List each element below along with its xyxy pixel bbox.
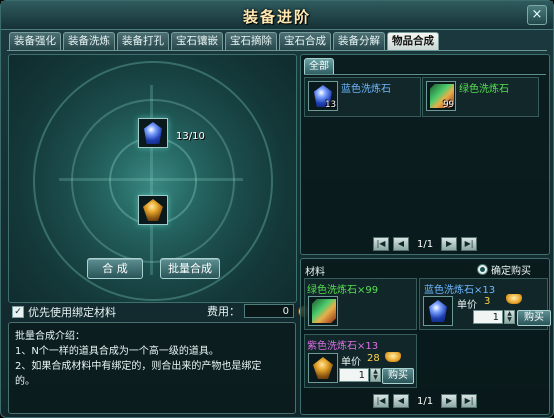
- recipe-list-panel: 全部 13 蓝色洗炼石 99 绿色洗炼石 |◀ ◀ 1/1 ▶ ▶|: [300, 54, 550, 255]
- tab-gem-inlay[interactable]: 宝石镶嵌: [171, 32, 223, 50]
- stepper-down-icon[interactable]: ▼: [371, 375, 380, 381]
- material-slot[interactable]: [308, 353, 338, 383]
- confirm-buy-radio[interactable]: [477, 264, 488, 275]
- tab-divider: [7, 50, 547, 51]
- material-green-stone: 绿色洗炼石×99: [304, 278, 417, 330]
- buy-button[interactable]: 购买: [517, 310, 551, 326]
- last-page-button[interactable]: ▶|: [461, 237, 478, 251]
- blue-refine-stone-icon: [429, 300, 447, 322]
- help-box: 批量合成介绍： 1、N个一样的道具合成为一个高一级的道具。 2、如果合成材料中有…: [8, 322, 296, 414]
- title-bar[interactable]: 装备进阶 ×: [1, 1, 553, 30]
- gold-ingot-icon: [506, 294, 522, 304]
- tab-bar: 装备强化 装备洗炼 装备打孔 宝石镶嵌 宝石摘除 宝石合成 装备分解 物品合成: [9, 32, 439, 50]
- unit-price-label: 单价: [457, 300, 477, 311]
- tab-equip-decompose[interactable]: 装备分解: [333, 32, 385, 50]
- category-tab-all[interactable]: 全部: [304, 58, 334, 75]
- use-bound-option: ✓ 优先使用绑定材料: [12, 305, 116, 319]
- close-button[interactable]: ×: [527, 5, 547, 25]
- blue-refine-stone-icon: [144, 122, 162, 144]
- purple-refine-stone-icon: [143, 199, 163, 221]
- material-name: 紫色洗炼石×13: [307, 341, 379, 352]
- output-product-slot[interactable]: [138, 195, 168, 225]
- recipe-item-green-stone[interactable]: 99 绿色洗炼石: [422, 77, 539, 117]
- merge-button[interactable]: 合 成: [87, 258, 143, 279]
- recipe-item-blue-stone[interactable]: 13 蓝色洗炼石: [304, 77, 421, 117]
- material-purple-stone: 紫色洗炼石×13 单价 28 1 ▲ ▼ 购买: [304, 334, 417, 388]
- confirm-buy-option[interactable]: 确定购买: [477, 262, 531, 277]
- page-indicator: 1/1: [417, 395, 434, 407]
- input-count: 13/10: [176, 131, 205, 142]
- last-page-button[interactable]: ▶|: [461, 394, 478, 408]
- material-name: 蓝色洗炼石×13: [424, 285, 496, 296]
- help-title: 批量合成介绍：: [15, 331, 85, 342]
- prev-page-button[interactable]: ◀: [393, 394, 409, 408]
- window-title: 装备进阶: [242, 8, 311, 26]
- unit-price-value: 28: [367, 353, 380, 364]
- quantity-input[interactable]: 1: [339, 368, 369, 382]
- decor-bar-vertical: [150, 85, 153, 275]
- recipe-item-name: 蓝色洗炼石: [341, 84, 391, 95]
- close-icon: ×: [531, 7, 543, 22]
- materials-pager: |◀ ◀ 1/1 ▶ ▶|: [373, 394, 478, 408]
- tab-gem-compose[interactable]: 宝石合成: [279, 32, 331, 50]
- input-material-slot[interactable]: [138, 118, 168, 148]
- quantity-stepper[interactable]: ▲ ▼: [504, 310, 515, 324]
- recipe-item-slot: 99: [426, 81, 456, 111]
- unit-price-value: 3: [484, 296, 491, 307]
- gold-ingot-icon: [385, 352, 401, 362]
- fee-row: 费用： 0: [207, 303, 311, 319]
- item-count: 99: [443, 100, 454, 110]
- tab-punch[interactable]: 装备打孔: [117, 32, 169, 50]
- unit-price-label: 单价: [341, 357, 361, 368]
- next-page-button[interactable]: ▶: [441, 237, 458, 251]
- tab-item-compose[interactable]: 物品合成: [387, 32, 439, 50]
- fee-value: 0: [244, 304, 294, 318]
- equipment-advance-window: 装备进阶 × 装备强化 装备洗炼 装备打孔 宝石镶嵌 宝石摘除 宝石合成 装备分…: [0, 0, 554, 418]
- help-line-2: 2、如果合成材料中有绑定的，则合出来的产物也是绑定: [15, 361, 262, 372]
- first-page-button[interactable]: |◀: [373, 394, 389, 408]
- buy-button[interactable]: 购买: [382, 368, 414, 384]
- quantity-stepper[interactable]: ▲ ▼: [370, 368, 381, 382]
- first-page-button[interactable]: |◀: [373, 237, 389, 251]
- category-divider: [304, 74, 546, 75]
- tab-refine[interactable]: 装备洗炼: [63, 32, 115, 50]
- recipe-item-name: 绿色洗炼石: [459, 84, 509, 95]
- material-slot[interactable]: [423, 296, 453, 326]
- use-bound-checkbox[interactable]: ✓: [12, 306, 24, 318]
- page-indicator: 1/1: [417, 238, 434, 250]
- help-line-1: 1、N个一样的道具合成为一个高一级的道具。: [15, 346, 219, 357]
- tab-enhance[interactable]: 装备强化: [9, 32, 61, 50]
- confirm-buy-label: 确定购买: [491, 266, 531, 277]
- compose-panel: 13/10 合 成 批量合成: [8, 54, 297, 303]
- recipe-pager: |◀ ◀ 1/1 ▶ ▶|: [373, 237, 478, 251]
- purple-refine-stone-icon: [313, 357, 333, 379]
- item-count: 13: [325, 100, 336, 110]
- recipe-item-slot: 13: [308, 81, 338, 111]
- green-refine-stone-icon: [312, 299, 336, 323]
- prev-page-button[interactable]: ◀: [393, 237, 409, 251]
- material-blue-stone: 蓝色洗炼石×13 单价 3 1 ▲ ▼ 购买: [419, 278, 551, 330]
- stepper-down-icon[interactable]: ▼: [505, 317, 514, 323]
- materials-panel: 材料 确定购买 绿色洗炼石×99 蓝色洗炼石×13 单价 3 1 ▲ ▼ 购买 紫…: [300, 258, 551, 415]
- use-bound-label: 优先使用绑定材料: [28, 306, 116, 319]
- material-slot[interactable]: [308, 296, 338, 326]
- material-name: 绿色洗炼石×99: [307, 285, 379, 296]
- next-page-button[interactable]: ▶: [441, 394, 458, 408]
- quantity-input[interactable]: 1: [473, 310, 503, 324]
- help-line-3: 的。: [15, 376, 35, 387]
- materials-label: 材料: [305, 267, 325, 278]
- batch-merge-button[interactable]: 批量合成: [160, 258, 220, 279]
- fee-label: 费用：: [207, 305, 240, 318]
- tab-gem-remove[interactable]: 宝石摘除: [225, 32, 277, 50]
